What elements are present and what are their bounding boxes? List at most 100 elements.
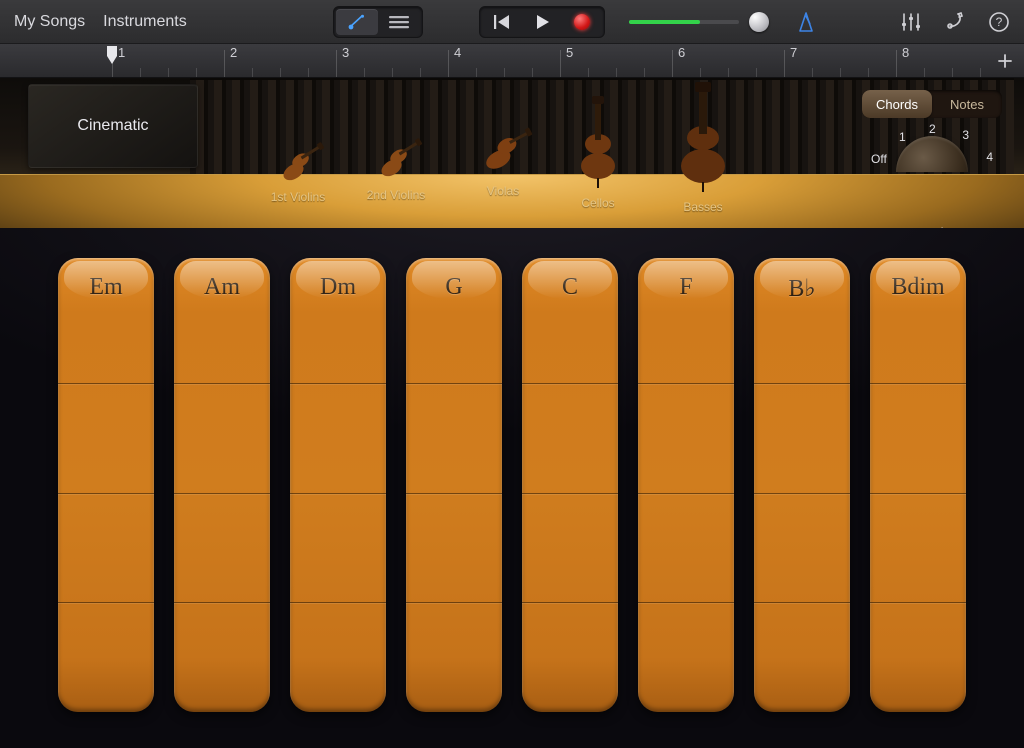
chords-notes-toggle[interactable]: Chords Notes [862,90,1002,118]
chord-strip: G [406,258,502,712]
chord-strip-segment[interactable] [290,383,386,493]
add-section-button[interactable] [992,48,1018,74]
top-toolbar: My Songs Instruments [0,0,1024,44]
ruler-subtick [196,68,197,77]
ruler-subtick [532,68,533,77]
autoplay-control[interactable]: Off 1 2 3 4 Autoplay [862,128,1002,218]
instruments-button[interactable]: Instruments [103,13,187,31]
ruler-subtick [308,68,309,77]
chord-strip: Am [174,258,270,712]
chord-strip-segment[interactable] [406,493,502,603]
section-cellos[interactable]: Cellos [568,96,628,210]
volume-track[interactable] [629,20,739,24]
chord-strip: F [638,258,734,712]
section-1st-violins[interactable]: 1st Violins [265,140,331,204]
chord-strip-segment[interactable] [58,493,154,603]
chord-strip-segment[interactable] [754,493,850,603]
chord-strip-segment[interactable] [406,383,502,493]
help-button[interactable]: ? [988,11,1010,33]
chord-label: Am [204,274,240,301]
ruler-bar-marker: 5 [560,50,561,77]
autoplay-step-1: 1 [899,130,906,144]
ruler-bar-number: 5 [566,45,573,60]
section-violas[interactable]: Violas [468,120,538,198]
chord-strip-segment[interactable] [174,383,270,493]
ruler-subtick [280,68,281,77]
chord-strip-segment[interactable] [522,602,618,712]
chord-strip-segment[interactable] [870,383,966,493]
violin-icon [265,140,331,184]
ruler-bar-marker: 6 [672,50,673,77]
tracks-view-button[interactable] [378,9,420,35]
chord-strip-head[interactable]: C [522,258,618,383]
chord-strip-head[interactable]: F [638,258,734,383]
section-label: 1st Violins [265,190,331,204]
chord-strip-segment[interactable] [174,493,270,603]
autoplay-dial[interactable]: Off 1 2 3 4 [877,128,987,183]
ruler-subtick [980,68,981,77]
chord-strip-segment[interactable] [290,602,386,712]
section-basses[interactable]: Basses [668,82,738,214]
section-label: Basses [668,200,738,214]
ruler-subtick [728,68,729,77]
autoplay-step-4: 4 [986,150,993,164]
chord-strip: Dm [290,258,386,712]
bass-icon [668,82,738,194]
chord-strip-head[interactable]: G [406,258,502,383]
ruler-subtick [868,68,869,77]
ruler-subtick [364,68,365,77]
chord-strips: Em Am Dm G C FB♭Bdim [0,228,1024,748]
chord-strip-head[interactable]: Am [174,258,270,383]
chord-strip-segment[interactable] [754,602,850,712]
record-icon [574,14,590,30]
ruler-bar-number: 7 [790,45,797,60]
chord-strip-segment[interactable] [638,493,734,603]
stage-area: Cinematic 1st Violins 2nd Violins Violas… [0,78,1024,228]
chord-strip-head[interactable]: Em [58,258,154,383]
ruler-bar-marker: 2 [224,50,225,77]
ruler-bar-marker: 3 [336,50,337,77]
mode-chords[interactable]: Chords [862,90,932,118]
chord-label: C [562,274,578,301]
chord-strip-segment[interactable] [290,493,386,603]
section-2nd-violins[interactable]: 2nd Violins [363,134,429,202]
chord-strip-segment[interactable] [638,383,734,493]
timeline-ruler[interactable]: 12345678 [0,44,1024,78]
ruler-bar-marker: 4 [448,50,449,77]
ruler-bar-marker: 7 [784,50,785,77]
chord-label: Dm [320,274,356,301]
instrument-selector[interactable]: Cinematic [28,84,198,168]
settings-button[interactable] [944,11,966,33]
chord-strip-segment[interactable] [638,602,734,712]
mode-notes[interactable]: Notes [932,90,1002,118]
chord-label: Em [89,274,122,301]
playhead[interactable] [105,46,119,66]
chord-strip-head[interactable]: Dm [290,258,386,383]
chord-strip-segment[interactable] [406,602,502,712]
ruler-subtick [476,68,477,77]
chord-strip: Bdim [870,258,966,712]
autoplay-off-label: Off [871,152,887,166]
volume-fill [629,20,701,24]
chord-strip-head[interactable]: B♭ [754,258,850,383]
my-songs-button[interactable]: My Songs [14,13,85,31]
chord-strip-segment[interactable] [754,383,850,493]
ruler-bar-number: 1 [118,45,125,60]
chord-strip-head[interactable]: Bdim [870,258,966,383]
chord-strip-segment[interactable] [58,383,154,493]
chord-strip-segment[interactable] [870,493,966,603]
go-to-start-button[interactable] [482,9,522,35]
mixer-button[interactable] [900,12,922,32]
volume-knob[interactable] [749,12,769,32]
master-volume[interactable] [629,12,769,32]
chord-strip-segment[interactable] [522,383,618,493]
record-button[interactable] [562,9,602,35]
chord-strip-segment[interactable] [58,602,154,712]
autoplay-step-2: 2 [929,122,936,136]
instrument-view-button[interactable] [336,9,378,35]
chord-strip-segment[interactable] [174,602,270,712]
chord-strip-segment[interactable] [870,602,966,712]
chord-strip-segment[interactable] [522,493,618,603]
play-button[interactable] [522,9,562,35]
metronome-button[interactable] [795,11,817,33]
